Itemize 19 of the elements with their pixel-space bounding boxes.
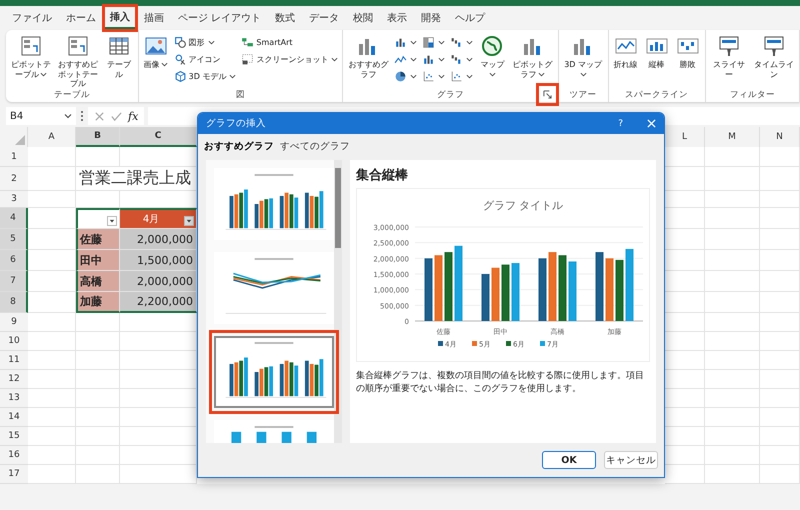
chart-title: グラフ タイトル xyxy=(482,199,564,212)
table-cell: 高橋 xyxy=(76,271,120,292)
chart-description: 集合縦棒グラフは、複数の項目間の値を比較する際に使用します。項目の順序が重要でない場合に、このグラフを使用します。 xyxy=(356,370,645,396)
table-cell: 加藤 xyxy=(76,292,120,313)
group-label: グラフ xyxy=(436,89,464,101)
chart-type-title: 集合縦棒 xyxy=(356,167,409,184)
table-cell: 2,200,000 xyxy=(120,292,197,313)
dialog-title: グラフの挿入 xyxy=(206,117,267,130)
group-label: スパークライン xyxy=(625,89,688,101)
table-cell: 田中 xyxy=(76,250,120,271)
table-cell: 1,500,000 xyxy=(120,250,197,271)
group-label: テーブル xyxy=(54,89,90,102)
table-header-cell: 4月 xyxy=(120,208,197,229)
table-cell: 佐藤 xyxy=(76,229,120,250)
group-label: フィルター xyxy=(730,89,775,101)
table-cell: 2,000,000 xyxy=(120,229,197,250)
table-cell: 2,000,000 xyxy=(120,271,197,292)
group-label: ツアー xyxy=(570,89,597,101)
group-label: 図 xyxy=(236,89,246,101)
